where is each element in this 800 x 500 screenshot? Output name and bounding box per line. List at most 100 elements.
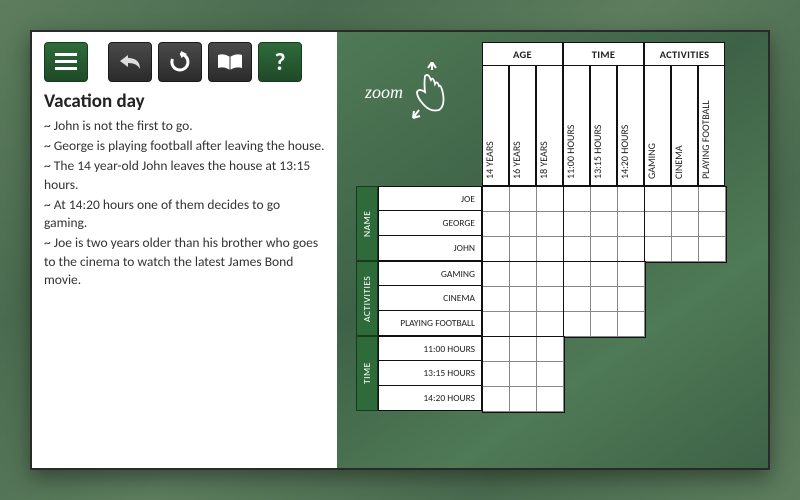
- grid-cell[interactable]: [672, 237, 699, 262]
- col-group-age: AGE: [482, 42, 563, 66]
- grid-cell[interactable]: [672, 187, 699, 212]
- grid-cell[interactable]: [537, 337, 564, 362]
- row-label: GEORGE: [378, 211, 482, 236]
- grid-cell[interactable]: [564, 312, 591, 337]
- grid-cell[interactable]: [591, 212, 618, 237]
- col-group-activities: ACTIVITIES: [644, 42, 725, 66]
- puzzle-title: Vacation day: [44, 90, 325, 113]
- grid-cell[interactable]: [591, 262, 618, 287]
- col-label: GAMING: [644, 66, 671, 186]
- book-button[interactable]: [208, 42, 252, 82]
- toolbar: ?: [44, 42, 325, 82]
- grid-cell[interactable]: [510, 212, 537, 237]
- grid-cell[interactable]: [564, 287, 591, 312]
- grid-cell[interactable]: [645, 187, 672, 212]
- menu-button[interactable]: [44, 42, 88, 82]
- grid-section: [644, 186, 727, 263]
- help-button[interactable]: ?: [258, 42, 302, 82]
- grid-cell[interactable]: [618, 212, 645, 237]
- grid-cell[interactable]: [591, 187, 618, 212]
- grid-cell[interactable]: [564, 187, 591, 212]
- row-label: JOE: [378, 186, 482, 211]
- grid-cell[interactable]: [618, 312, 645, 337]
- grid-cell[interactable]: [591, 287, 618, 312]
- grid-cell[interactable]: [483, 337, 510, 362]
- grid-cell[interactable]: [564, 237, 591, 262]
- row-label: 14:20 HOURS: [378, 386, 482, 411]
- row-label: JOHN: [378, 236, 482, 261]
- grid-cell[interactable]: [483, 312, 510, 337]
- grid-cell[interactable]: [510, 187, 537, 212]
- col-group-time: TIME: [563, 42, 644, 66]
- grid-cell[interactable]: [618, 237, 645, 262]
- col-label: PLAYING FOOTBALL: [698, 66, 725, 186]
- grid-cell[interactable]: [699, 187, 726, 212]
- clue: ~ John is not the first to go.: [44, 117, 325, 135]
- grid-cell[interactable]: [537, 187, 564, 212]
- grid-section: [563, 261, 646, 338]
- grid-cell[interactable]: [510, 287, 537, 312]
- grid-section: [482, 336, 565, 413]
- grid-cell[interactable]: [483, 362, 510, 387]
- col-label: 11:00 HOURS: [563, 66, 590, 186]
- row-label: 11:00 HOURS: [378, 336, 482, 361]
- clue: ~ Joe is two years older than his brothe…: [44, 234, 325, 289]
- restart-button[interactable]: [158, 42, 202, 82]
- grid-cell[interactable]: [618, 187, 645, 212]
- grid-cell[interactable]: [483, 187, 510, 212]
- grid-cell[interactable]: [672, 212, 699, 237]
- grid-cell[interactable]: [591, 237, 618, 262]
- col-label: CINEMA: [671, 66, 698, 186]
- col-label: 14 YEARS: [482, 66, 509, 186]
- grid-cell[interactable]: [510, 262, 537, 287]
- undo-button[interactable]: [108, 42, 152, 82]
- menu-icon: [55, 53, 77, 71]
- row-label: GAMING: [378, 261, 482, 286]
- col-label: 14:20 HOURS: [617, 66, 644, 186]
- grid-cell[interactable]: [537, 387, 564, 412]
- grid-cell[interactable]: [483, 287, 510, 312]
- grid-cell[interactable]: [564, 212, 591, 237]
- grid-cell[interactable]: [591, 312, 618, 337]
- grid-cell[interactable]: [537, 312, 564, 337]
- col-label: 16 YEARS: [509, 66, 536, 186]
- grid-cell[interactable]: [510, 312, 537, 337]
- grid-cell[interactable]: [537, 212, 564, 237]
- grid-cell[interactable]: [645, 212, 672, 237]
- grid-cell[interactable]: [483, 237, 510, 262]
- grid-cell[interactable]: [618, 287, 645, 312]
- left-panel: ? Vacation day ~ John is not the first t…: [32, 32, 337, 468]
- grid-section: [482, 261, 565, 338]
- grid-cell[interactable]: [699, 212, 726, 237]
- row-label: PLAYING FOOTBALL: [378, 311, 482, 336]
- grid-cell[interactable]: [537, 237, 564, 262]
- grid-section: [482, 186, 565, 263]
- row-label: 13:15 HOURS: [378, 361, 482, 386]
- grid-cell[interactable]: [699, 237, 726, 262]
- grid-cell[interactable]: [564, 262, 591, 287]
- grid-cell[interactable]: [510, 337, 537, 362]
- clues-panel: Vacation day ~ John is not the first to …: [44, 90, 325, 289]
- grid-cell[interactable]: [483, 212, 510, 237]
- row-label: CINEMA: [378, 286, 482, 311]
- grid-cell[interactable]: [618, 262, 645, 287]
- grid-cell[interactable]: [537, 287, 564, 312]
- grid-cell[interactable]: [483, 262, 510, 287]
- grid-cell[interactable]: [510, 362, 537, 387]
- clue: ~ At 14:20 hours one of them decides to …: [44, 196, 325, 232]
- grid-cell[interactable]: [510, 237, 537, 262]
- grid-cell[interactable]: [537, 362, 564, 387]
- grid-cell[interactable]: [510, 387, 537, 412]
- grid-cell[interactable]: [483, 387, 510, 412]
- row-group-time: TIME: [356, 336, 378, 411]
- row-group-name: NAME: [356, 186, 378, 261]
- grid-panel: zoom AGE TIME ACTIVITIES 14 YEARS 16 YEA…: [337, 32, 768, 468]
- grid-cell[interactable]: [537, 262, 564, 287]
- row-group-activities: ACTIVITIES: [356, 261, 378, 336]
- logic-grid: AGE TIME ACTIVITIES 14 YEARS 16 YEARS 18…: [364, 42, 754, 458]
- undo-icon: [118, 52, 142, 72]
- restart-icon: [169, 51, 191, 73]
- col-label: 13:15 HOURS: [590, 66, 617, 186]
- col-label: 18 YEARS: [536, 66, 563, 186]
- grid-cell[interactable]: [645, 237, 672, 262]
